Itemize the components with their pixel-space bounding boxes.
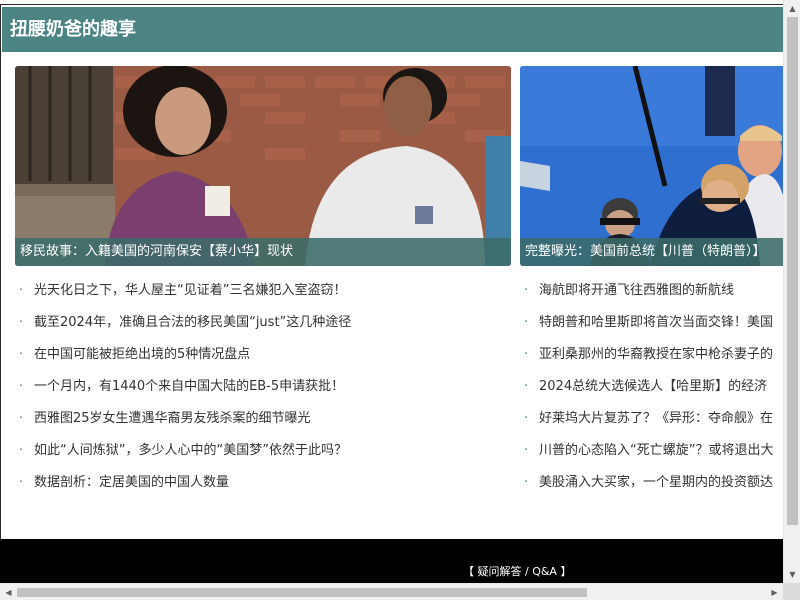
news-link[interactable]: · 好莱坞大片复苏了？《异形：夺命舰》在	[524, 405, 783, 437]
news-link[interactable]: · 截至2024年，准确且合法的移民美国“just”这几种途径	[19, 309, 509, 341]
bullet-icon: ·	[524, 411, 529, 426]
bullet-icon: ·	[524, 283, 529, 298]
bullet-icon: ·	[524, 379, 529, 394]
news-title: 光天化日之下，华人屋主“见证着”三名嫌犯入室盗窃！	[34, 283, 347, 298]
vertical-scrollbar[interactable]: ▲ ▼	[783, 0, 800, 583]
news-title: 亚利桑那州的华裔教授在家中枪杀妻子的	[539, 347, 774, 362]
news-list-right: · 海航即将开通飞往西雅图的新航线 · 特朗普和哈里斯即将首次当面交锋！美国 · 亚利…	[524, 277, 783, 501]
page-frame: 扭腰奶爸的趣享 移民故事：入籍美国的河南保安【蔡小华】现状 完整曝光：美国前总统…	[0, 4, 783, 539]
news-link[interactable]: · 光天化日之下，华人屋主“见证着”三名嫌犯入室盗窃！	[19, 277, 509, 309]
news-link[interactable]: · 川普的心态陷入“死亡螺旋”？或将退出大	[524, 437, 783, 469]
site-footer: 【 疑问解答 / Q&A 】	[0, 539, 783, 583]
news-link[interactable]: · 在中国可能被拒绝出境的5种情况盘点	[19, 341, 509, 373]
horizontal-scrollbar[interactable]: ◀ ▶	[0, 583, 783, 600]
news-link[interactable]: · 数据剖析：定居美国的中国人数量	[19, 469, 509, 501]
news-title: 川普的心态陷入“死亡螺旋”？或将退出大	[539, 443, 774, 458]
news-title: 2024总统大选候选人【哈里斯】的经济	[539, 379, 768, 394]
horizontal-scroll-thumb[interactable]	[17, 588, 587, 597]
news-link[interactable]: · 海航即将开通飞往西雅图的新航线	[524, 277, 783, 309]
news-title: 在中国可能被拒绝出境的5种情况盘点	[34, 347, 251, 362]
featured-image-street-photo	[15, 66, 511, 266]
bullet-icon: ·	[19, 283, 24, 298]
featured-image-rally-photo	[520, 66, 783, 266]
news-list-left: · 光天化日之下，华人屋主“见证着”三名嫌犯入室盗窃！ · 截至2024年，准确且合…	[19, 277, 509, 501]
site-header: 扭腰奶爸的趣享	[2, 7, 783, 52]
scrollbar-corner	[783, 583, 800, 600]
news-link[interactable]: · 美股涌入大买家，一个星期内的投资额达	[524, 469, 783, 501]
qa-link[interactable]: 【 疑问解答 / Q&A 】	[463, 563, 571, 579]
scroll-right-icon[interactable]: ▶	[766, 584, 783, 600]
news-title: 海航即将开通飞往西雅图的新航线	[539, 283, 735, 298]
news-title: 数据剖析：定居美国的中国人数量	[34, 475, 230, 490]
news-link[interactable]: · 亚利桑那州的华裔教授在家中枪杀妻子的	[524, 341, 783, 373]
bullet-icon: ·	[19, 443, 24, 458]
news-title: 特朗普和哈里斯即将首次当面交锋！美国	[539, 315, 774, 330]
bullet-icon: ·	[524, 443, 529, 458]
site-title[interactable]: 扭腰奶爸的趣享	[10, 7, 136, 52]
news-title: 截至2024年，准确且合法的移民美国“just”这几种途径	[34, 315, 352, 330]
bullet-icon: ·	[524, 315, 529, 330]
news-title: 好莱坞大片复苏了？《异形：夺命舰》在	[539, 411, 774, 426]
browser-viewport: 扭腰奶爸的趣享 移民故事：入籍美国的河南保安【蔡小华】现状 完整曝光：美国前总统…	[0, 0, 783, 583]
scroll-up-icon[interactable]: ▲	[784, 0, 800, 17]
news-link[interactable]: · 西雅图25岁女生遭遇华裔男友残杀案的细节曝光	[19, 405, 509, 437]
bullet-icon: ·	[19, 347, 24, 362]
bullet-icon: ·	[19, 475, 24, 490]
scroll-down-icon[interactable]: ▼	[784, 566, 800, 583]
news-link[interactable]: · 2024总统大选候选人【哈里斯】的经济	[524, 373, 783, 405]
news-title: 如此“人间炼狱”，多少人心中的“美国梦”依然于此吗？	[34, 443, 347, 458]
bullet-icon: ·	[19, 411, 24, 426]
bullet-icon: ·	[524, 475, 529, 490]
bullet-icon: ·	[19, 315, 24, 330]
vertical-scroll-thumb[interactable]	[787, 17, 798, 525]
news-title: 一个月内，有1440个来自中国大陆的EB-5申请获批！	[34, 379, 345, 394]
featured-caption: 完整曝光：美国前总统【川普（特朗普）】	[520, 238, 783, 266]
featured-card-trump[interactable]: 完整曝光：美国前总统【川普（特朗普）】	[520, 66, 783, 266]
news-link[interactable]: · 特朗普和哈里斯即将首次当面交锋！美国	[524, 309, 783, 341]
news-title: 美股涌入大买家，一个星期内的投资额达	[539, 475, 774, 490]
news-link[interactable]: · 一个月内，有1440个来自中国大陆的EB-5申请获批！	[19, 373, 509, 405]
featured-card-immigrant-story[interactable]: 移民故事：入籍美国的河南保安【蔡小华】现状	[15, 66, 511, 266]
news-title: 西雅图25岁女生遭遇华裔男友残杀案的细节曝光	[34, 411, 311, 426]
featured-caption: 移民故事：入籍美国的河南保安【蔡小华】现状	[15, 238, 511, 266]
bullet-icon: ·	[19, 379, 24, 394]
news-link[interactable]: · 如此“人间炼狱”，多少人心中的“美国梦”依然于此吗？	[19, 437, 509, 469]
scroll-left-icon[interactable]: ◀	[0, 584, 17, 600]
bullet-icon: ·	[524, 347, 529, 362]
